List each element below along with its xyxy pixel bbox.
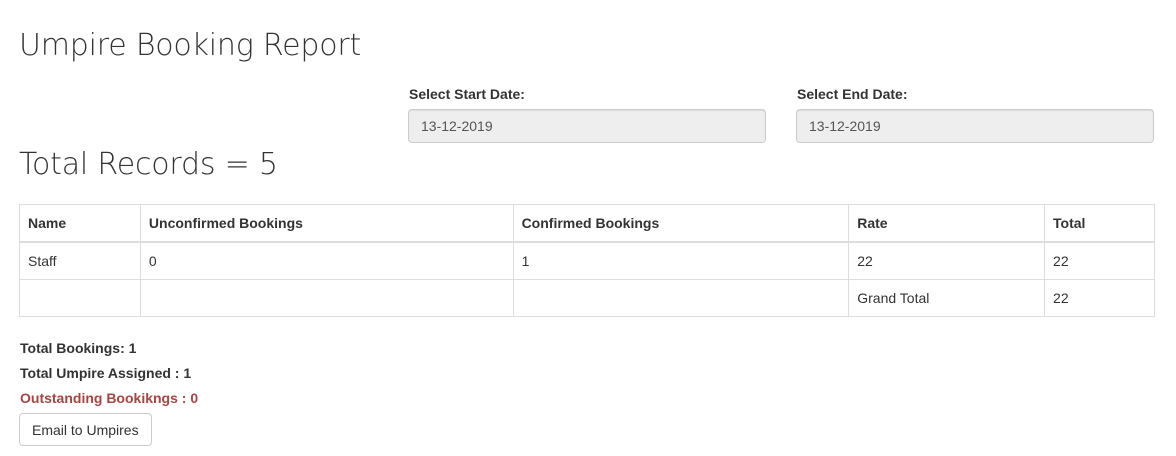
outstanding-bookings-text: Outstanding Bookikngs : 0 — [20, 390, 199, 406]
cell-empty — [139, 279, 514, 317]
start-date-group: Select Start Date: — [408, 86, 766, 143]
start-date-input[interactable] — [408, 109, 766, 143]
email-to-umpires-button[interactable]: Email to Umpires — [19, 413, 152, 446]
end-date-group: Select End Date: — [796, 86, 1154, 143]
column-header-unconfirmed-bookings: Unconfirmed Bookings — [139, 204, 514, 243]
page-title: Umpire Booking Report — [19, 28, 362, 63]
booking-summary: Total Bookings: 1 Total Umpire Assigned … — [20, 339, 198, 414]
table-header-row: Name Unconfirmed Bookings Confirmed Book… — [19, 204, 1155, 243]
total-bookings-text: Total Bookings: 1 — [20, 340, 137, 356]
grand-total-label: Grand Total — [848, 279, 1046, 317]
table-row: Staff 0 1 22 22 — [19, 241, 1155, 280]
cell-rate: 22 — [848, 241, 1046, 280]
grand-total-row: Grand Total 22 — [19, 279, 1155, 317]
column-header-rate: Rate — [848, 204, 1046, 243]
total-umpire-assigned-text: Total Umpire Assigned : 1 — [20, 365, 192, 381]
column-header-name: Name — [19, 204, 141, 243]
column-header-total: Total — [1044, 204, 1155, 243]
cell-name: Staff — [19, 241, 141, 280]
start-date-label: Select Start Date: — [409, 86, 525, 102]
cell-confirmed-bookings: 1 — [512, 241, 850, 280]
end-date-input[interactable] — [796, 109, 1154, 143]
total-records-heading: Total Records = 5 — [19, 147, 278, 182]
cell-empty — [512, 279, 850, 317]
cell-unconfirmed-bookings: 0 — [139, 241, 514, 280]
end-date-label: Select End Date: — [797, 86, 908, 102]
booking-report-table: Name Unconfirmed Bookings Confirmed Book… — [19, 204, 1155, 317]
column-header-confirmed-bookings: Confirmed Bookings — [512, 204, 850, 243]
cell-empty — [19, 279, 141, 317]
grand-total-value: 22 — [1044, 279, 1155, 317]
cell-total: 22 — [1044, 241, 1155, 280]
